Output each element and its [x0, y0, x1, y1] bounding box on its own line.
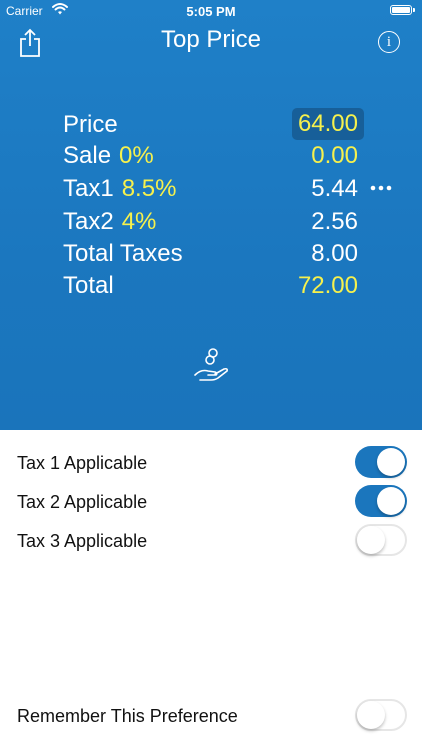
price-label: Price [63, 111, 118, 138]
sale-value: 0.00 [311, 142, 358, 169]
tax3-applicable-label: Tax 3 Applicable [17, 531, 148, 551]
hand-coins-icon[interactable] [191, 345, 233, 387]
total-taxes-value: 8.00 [311, 240, 358, 267]
total-label: Total [63, 272, 114, 299]
status-time: 5:05 PM [186, 4, 236, 19]
tax1-applicable-label: Tax 1 Applicable [17, 453, 148, 473]
total-value: 72.00 [297, 272, 358, 299]
tax2-setting-row: Tax 2 Applicable [0, 483, 422, 521]
info-icon[interactable]: i [378, 31, 400, 53]
tax1-setting-row: Tax 1 Applicable [0, 444, 422, 482]
sale-percent[interactable]: 0% [119, 142, 154, 169]
tax2-applicable-toggle[interactable] [355, 485, 407, 517]
tax2-applicable-label: Tax 2 Applicable [17, 492, 148, 512]
battery-icon [390, 5, 415, 15]
more-icon[interactable] [369, 178, 393, 198]
tax3-setting-row: Tax 3 Applicable [0, 522, 422, 560]
tax2-percent[interactable]: 4% [122, 208, 157, 235]
total-row: Total 72.00 [63, 272, 358, 304]
status-bar: Carrier 5:05 PM [0, 0, 422, 22]
sale-label: Sale [63, 142, 112, 169]
remember-setting-row: Remember This Preference [0, 697, 422, 735]
price-input[interactable]: 64.00 [291, 108, 364, 140]
remember-preference-toggle[interactable] [355, 699, 407, 731]
sale-row: Sale 0% 0.00 [63, 142, 358, 174]
tax1-percent[interactable]: 8.5% [122, 175, 177, 202]
tax2-value: 2.56 [311, 208, 358, 235]
tax1-label: Tax1 [63, 175, 114, 202]
price-row: Price 64.00 [63, 108, 364, 143]
remember-preference-label: Remember This Preference [17, 706, 238, 726]
tax2-label: Tax2 [63, 208, 114, 235]
tax3-applicable-toggle[interactable] [355, 524, 407, 556]
calculator-panel: Carrier 5:05 PM Top Price i Price 64.00 … [0, 0, 422, 430]
tax1-value: 5.44 [311, 175, 358, 202]
total-taxes-label: Total Taxes [63, 240, 183, 267]
tax1-applicable-toggle[interactable] [355, 446, 407, 478]
tax1-row: Tax1 8.5% 5.44 [63, 175, 358, 207]
tax2-row: Tax2 4% 2.56 [63, 208, 358, 240]
total-taxes-row: Total Taxes 8.00 [63, 240, 358, 272]
page-title: Top Price [160, 26, 262, 53]
